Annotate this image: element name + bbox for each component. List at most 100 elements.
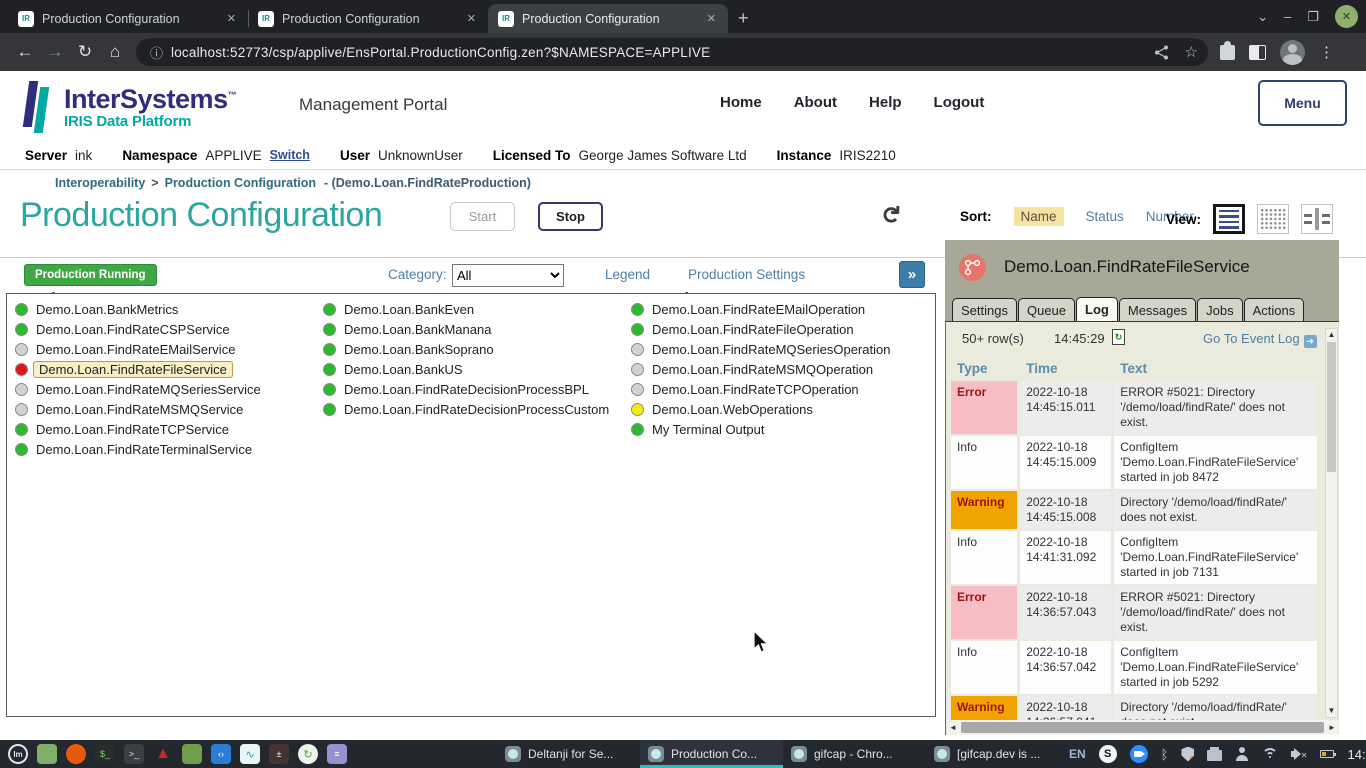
browser-tab[interactable]: IRProduction Configuration✕ [248,4,488,33]
terminal-icon[interactable]: $_ [95,744,115,764]
browser-tab[interactable]: IRProduction Configuration✕ [488,4,728,33]
new-tab-button[interactable]: + [728,8,759,33]
production-item-label[interactable]: Demo.Loan.WebOperations [652,402,813,417]
window-close-icon[interactable]: ✕ [1335,5,1358,28]
start-button[interactable]: Start [450,202,515,231]
expand-panel-button[interactable]: » [899,261,925,288]
production-item[interactable]: Demo.Loan.FindRateTCPService [15,419,261,439]
production-item[interactable]: Demo.Loan.FindRateCSPService [15,319,261,339]
production-item[interactable]: Demo.Loan.FindRateFileOperation [631,319,890,339]
production-item[interactable]: Demo.Loan.FindRateMSMQOperation [631,359,890,379]
vertical-scroll-thumb[interactable] [1327,342,1336,472]
red-app-icon[interactable]: ▲ [153,744,173,764]
folder-icon[interactable] [182,744,202,764]
reload-icon[interactable]: ↻ [70,42,100,62]
category-select[interactable]: All [452,264,564,287]
production-item[interactable]: Demo.Loan.FindRateTCPOperation [631,379,890,399]
production-item[interactable]: Demo.Loan.BankSoprano [323,339,609,359]
log-horizontal-scrollbar[interactable]: ◄ ► [947,720,1338,735]
home-icon[interactable]: ⌂ [100,42,130,62]
window-minimize-icon[interactable]: – [1284,9,1291,24]
production-item-label[interactable]: Demo.Loan.FindRateMSMQOperation [652,362,873,377]
page-refresh-icon[interactable]: ↻ [876,204,905,224]
production-item[interactable]: Demo.Loan.FindRateDecisionProcessCustom [323,399,609,419]
production-item[interactable]: Demo.Loan.BankEven [323,299,609,319]
view-split-icon[interactable] [1301,204,1333,234]
profile-avatar[interactable] [1280,40,1305,65]
vscode-icon[interactable]: ‹› [211,744,231,764]
production-item[interactable]: Demo.Loan.FindRateEMailOperation [631,299,890,319]
production-item[interactable]: Demo.Loan.FindRateMQSeriesService [15,379,261,399]
menu-button[interactable]: Menu [1258,80,1347,126]
taskbar-window-button[interactable]: Production Co... [640,740,783,768]
terminal-alt-icon[interactable]: >_ [124,744,144,764]
breadcrumb-link[interactable]: Interoperability [55,176,145,190]
view-grid-icon[interactable] [1257,204,1289,234]
scroll-left-icon[interactable]: ◄ [947,723,959,732]
production-item-label[interactable]: Demo.Loan.FindRateEMailService [36,342,235,357]
skype-tray-icon[interactable]: S [1099,745,1117,763]
browser-tab[interactable]: IRProduction Configuration✕ [8,4,248,33]
window-maximize-icon[interactable]: ❐ [1307,9,1319,25]
production-item-label[interactable]: Demo.Loan.FindRateMQSeriesService [36,382,261,397]
site-info-icon[interactable]: ⓘ [150,43,163,62]
security-shield-icon[interactable] [1181,747,1194,762]
share-icon[interactable] [1154,45,1169,60]
panel-tab-queue[interactable]: Queue [1018,298,1075,321]
production-item[interactable]: Demo.Loan.WebOperations [631,399,890,419]
tab-search-chevron-icon[interactable]: ⌄ [1257,9,1268,25]
firefox-icon[interactable] [66,744,86,764]
production-item-label[interactable]: Demo.Loan.BankSoprano [344,342,494,357]
sort-option-name[interactable]: Name [1014,207,1064,226]
files-icon[interactable] [37,744,57,764]
go-to-event-log-link[interactable]: Go To Event Log➔ [1203,331,1317,348]
keyboard-layout-indicator[interactable]: EN [1069,747,1086,761]
namespace-switch-link[interactable]: Switch [270,148,310,162]
legend-link[interactable]: Legend [605,267,650,282]
printer-icon[interactable] [1207,750,1222,761]
mint-menu-icon[interactable]: lm [8,744,28,764]
scroll-up-icon[interactable]: ▲ [1326,329,1337,341]
user-tray-icon[interactable] [1235,747,1249,761]
nav-link-about[interactable]: About [794,94,837,111]
production-item-label[interactable]: Demo.Loan.FindRateMQSeriesOperation [652,342,890,357]
production-item-label[interactable]: Demo.Loan.FindRateFileService [33,361,233,378]
calculator-icon[interactable]: ± [269,744,289,764]
production-item[interactable]: Demo.Loan.BankManana [323,319,609,339]
bluetooth-icon[interactable]: ᛒ [1161,747,1169,762]
nav-link-home[interactable]: Home [720,94,762,111]
forward-icon[interactable]: → [40,42,70,62]
address-bar[interactable]: ⓘ localhost:52773/csp/applive/EnsPortal.… [136,38,1208,66]
production-item-label[interactable]: Demo.Loan.FindRateTCPService [36,422,229,437]
tab-close-icon[interactable]: ✕ [463,10,480,27]
log-vertical-scrollbar[interactable]: ▲ ▼ [1325,328,1338,718]
sidebar-toggle-icon[interactable] [1249,45,1266,60]
panel-tab-messages[interactable]: Messages [1119,298,1196,321]
monitor-app-icon[interactable]: ∿ [240,744,260,764]
extensions-icon[interactable] [1220,45,1235,60]
taskbar-window-button[interactable]: gifcap - Chro... [783,740,926,768]
production-item-label[interactable]: My Terminal Output [652,422,764,437]
scroll-down-icon[interactable]: ▼ [1326,705,1337,717]
panel-tab-log[interactable]: Log [1076,297,1118,321]
tab-close-icon[interactable]: ✕ [223,10,240,27]
taskbar-window-button[interactable]: [gifcap.dev is ... [926,740,1069,768]
volume-muted-icon[interactable]: ✕ [1291,747,1307,761]
panel-tab-actions[interactable]: Actions [1244,298,1305,321]
notes-icon[interactable]: ≡ [327,744,347,764]
production-item[interactable]: Demo.Loan.BankMetrics [15,299,261,319]
zoom-tray-icon[interactable] [1130,745,1148,763]
nav-link-logout[interactable]: Logout [934,94,985,111]
production-item-label[interactable]: Demo.Loan.BankManana [344,322,491,337]
production-item-label[interactable]: Demo.Loan.BankMetrics [36,302,178,317]
production-item-label[interactable]: Demo.Loan.BankEven [344,302,474,317]
production-item-label[interactable]: Demo.Loan.FindRateFileOperation [652,322,854,337]
production-item[interactable]: Demo.Loan.FindRateMQSeriesOperation [631,339,890,359]
scroll-right-icon[interactable]: ► [1326,723,1338,732]
production-item-label[interactable]: Demo.Loan.FindRateMSMQService [36,402,243,417]
production-item-label[interactable]: Demo.Loan.FindRateCSPService [36,322,230,337]
production-item[interactable]: Demo.Loan.BankUS [323,359,609,379]
production-item-label[interactable]: Demo.Loan.FindRateTCPOperation [652,382,859,397]
panel-tab-settings[interactable]: Settings [952,298,1017,321]
tab-close-icon[interactable]: ✕ [703,10,720,27]
